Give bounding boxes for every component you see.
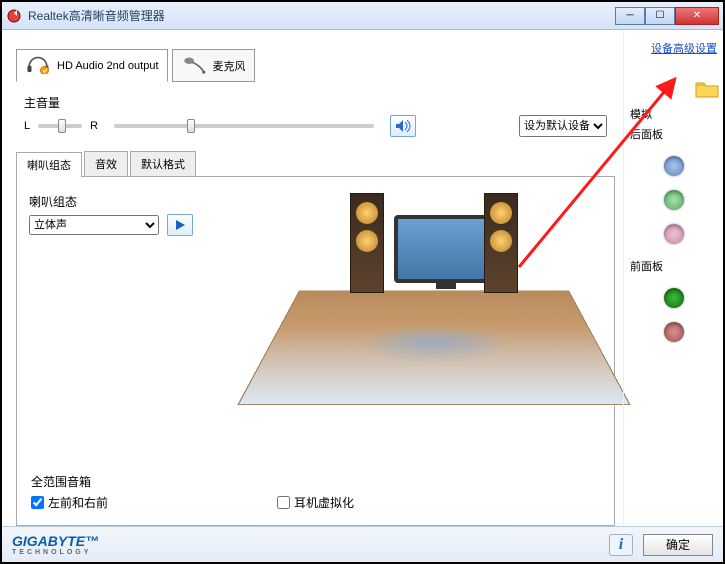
speaker-left-icon[interactable]: [350, 193, 384, 293]
default-device-select[interactable]: 设为默认设备: [519, 115, 607, 137]
full-range-label: 全范围音箱: [31, 473, 108, 490]
title-bar: Realtek高清晰音频管理器 ─ ☐ ✕: [2, 2, 723, 30]
front-panel-label: 前面板: [630, 258, 717, 274]
monitor-icon: [394, 215, 494, 283]
tab-speaker-config[interactable]: 喇叭组态: [16, 152, 82, 177]
jack-pink[interactable]: [664, 224, 684, 244]
speaker-config-select[interactable]: 立体声: [29, 215, 159, 235]
advanced-settings-link[interactable]: 设备高级设置: [630, 40, 717, 56]
inner-tabstrip: 喇叭组态 音效 默认格式: [16, 151, 615, 177]
output-tab-mic[interactable]: 麦克风: [172, 49, 255, 82]
speaker-illustration: [264, 187, 604, 427]
output-tabs: HD Audio 2nd output 麦克风: [16, 38, 615, 82]
analog-label: 模拟: [630, 106, 717, 122]
bottom-bar: GIGABYTE™ TECHNOLOGY i 确定: [2, 526, 723, 562]
back-panel-label: 后面板: [630, 126, 717, 142]
window-buttons: ─ ☐ ✕: [615, 7, 719, 25]
balance-slider[interactable]: [38, 124, 82, 128]
default-device-dropdown[interactable]: 设为默认设备: [519, 115, 607, 137]
output-tab-label: 麦克风: [213, 58, 246, 74]
maximize-button[interactable]: ☐: [645, 7, 675, 25]
folder-icon[interactable]: [695, 80, 719, 98]
jack-front-red[interactable]: [664, 322, 684, 342]
jack-green[interactable]: [664, 190, 684, 210]
output-tab-label: HD Audio 2nd output: [57, 60, 159, 72]
info-button[interactable]: i: [609, 534, 633, 556]
window-title: Realtek高清晰音频管理器: [28, 7, 615, 24]
headphone-icon: [25, 54, 51, 77]
output-tab-hd-audio[interactable]: HD Audio 2nd output: [16, 49, 168, 82]
full-range-group: 全范围音箱 左前和右前: [31, 473, 108, 511]
app-icon: [6, 8, 22, 24]
tab-default-format[interactable]: 默认格式: [130, 151, 196, 176]
volume-slider[interactable]: [114, 124, 374, 128]
front-lr-label: 左前和右前: [48, 494, 108, 511]
headphone-virtualization-checkbox[interactable]: [277, 496, 290, 509]
tab-sound-effect[interactable]: 音效: [84, 151, 128, 176]
jack-blue[interactable]: [664, 156, 684, 176]
close-button[interactable]: ✕: [675, 7, 719, 25]
inner-panel: 喇叭组态 立体声 全范围音箱 左前和右前: [16, 177, 615, 526]
speaker-right-icon[interactable]: [484, 193, 518, 293]
balance-right-label: R: [90, 120, 98, 132]
brand-logo: GIGABYTE™ TECHNOLOGY: [12, 533, 99, 556]
front-lr-checkbox-row[interactable]: 左前和右前: [31, 494, 108, 511]
jack-front-green[interactable]: [664, 288, 684, 308]
volume-section: 主音量 L R 设为默认设备: [16, 94, 615, 137]
right-panel: 设备高级设置 模拟 后面板 前面板: [623, 30, 723, 526]
test-play-button[interactable]: [167, 214, 193, 236]
mute-button[interactable]: [390, 115, 416, 137]
microphone-icon: [181, 54, 207, 77]
minimize-button[interactable]: ─: [615, 7, 645, 25]
left-panel: HD Audio 2nd output 麦克风 主音量 L R: [2, 30, 623, 526]
headphone-virtualization-label: 耳机虚拟化: [294, 494, 354, 511]
front-lr-checkbox[interactable]: [31, 496, 44, 509]
ok-button[interactable]: 确定: [643, 534, 713, 556]
volume-label: 主音量: [16, 94, 615, 111]
headphone-virtualization-row[interactable]: 耳机虚拟化: [277, 494, 354, 511]
balance-left-label: L: [24, 120, 30, 132]
